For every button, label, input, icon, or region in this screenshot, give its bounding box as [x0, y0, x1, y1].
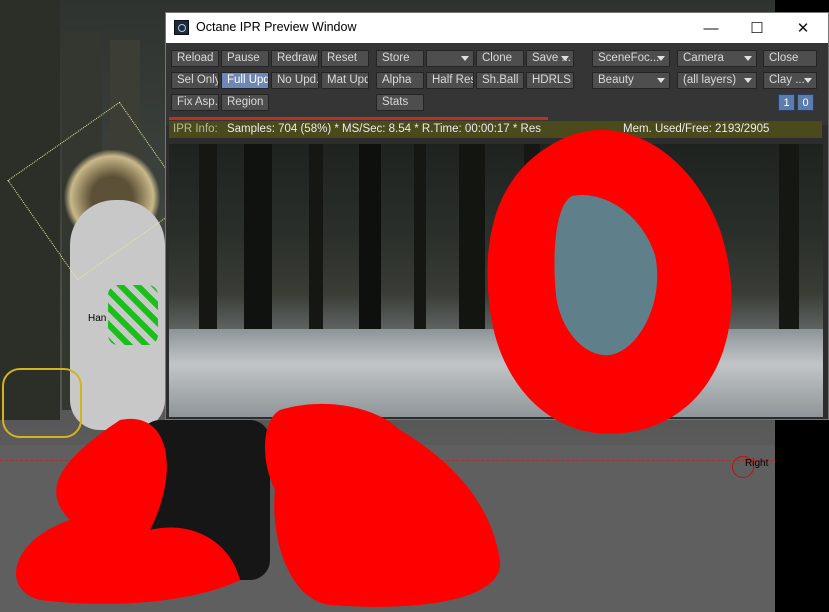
- red-scribble-right: [264, 403, 501, 607]
- red-scribble-overlay: [16, 130, 732, 607]
- red-scribble-left: [16, 418, 240, 604]
